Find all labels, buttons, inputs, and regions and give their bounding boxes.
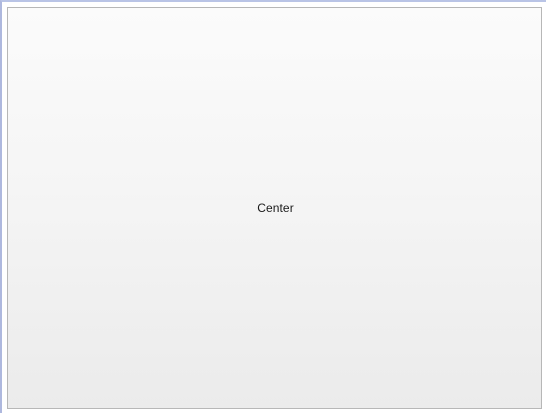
center-panel-label: Center <box>257 201 294 215</box>
center-panel: Center <box>7 7 542 409</box>
window-frame: Center <box>0 0 546 413</box>
